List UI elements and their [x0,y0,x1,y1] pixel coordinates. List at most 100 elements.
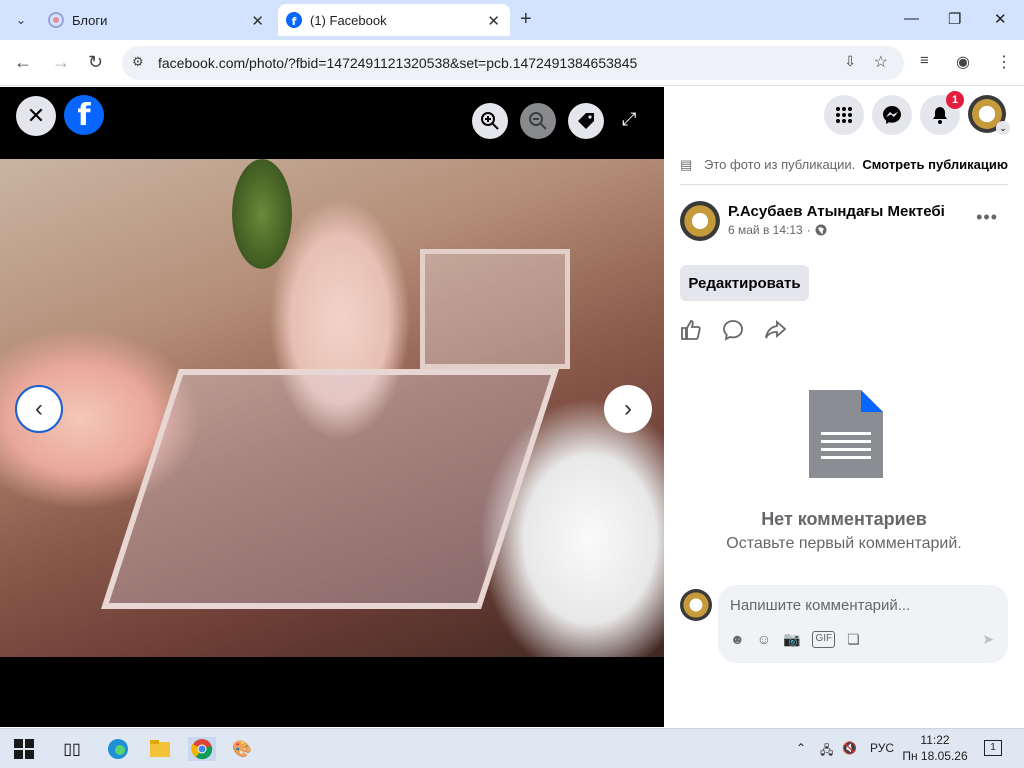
post-meta: 6 май в 14:13 · [728,223,827,237]
avatar-sticker-icon[interactable]: ☻ [730,631,745,648]
windows-taskbar: ▯▯ 🎨 ⌃ 🖧 🔇 РУС 11:22 Пн 18.05.26 1 [0,728,1024,768]
post-author: Р.Асубаев Атындағы Мектебі 6 май в 14:13… [680,201,1008,243]
tab-close-icon[interactable]: ✕ [251,12,264,30]
publication-note: ▤ Это фото из публикации. Смотреть публи… [680,155,1008,185]
comment-composer: Напишите комментарий... ☻ ☺ 📷 GIF ❏ ➤ [680,585,1008,663]
url-text: facebook.com/photo/?fbid=147249112132053… [158,55,638,71]
zoom-out-button[interactable] [520,103,556,139]
notification-badge: 1 [946,91,964,109]
zoom-in-button[interactable] [472,103,508,139]
no-comments-subtitle: Оставьте первый комментарий. [726,535,962,552]
bookmark-star-icon[interactable]: ☆ [874,52,888,72]
volume-muted-icon[interactable]: 🔇 [842,741,857,755]
zoom-out-icon [529,112,547,130]
camera-icon[interactable]: 📷 [783,631,800,648]
tab-blogs[interactable]: Блоги ✕ [40,4,274,36]
tab-search-button[interactable]: ⌄ [8,8,34,32]
messenger-button[interactable] [872,95,912,135]
network-icon[interactable]: 🖧 [820,741,833,762]
sticker-icon[interactable]: ❏ [847,631,860,648]
file-explorer-icon[interactable] [148,737,172,761]
notifications-button[interactable]: 1 [920,91,964,135]
post-photo [0,159,664,657]
zoom-in-icon [481,112,499,130]
comment-tools: ☻ ☺ 📷 GIF ❏ [730,631,860,648]
bell-icon [933,107,947,124]
browser-toolbar: ← → ↻ ⚙ facebook.com/photo/?fbid=1472491… [0,40,1024,86]
chrome-icon[interactable] [188,737,216,761]
notification-center-icon[interactable]: 1 [984,739,1002,756]
post-side-panel: 1 ⌄ ▤ Это фото из публикации. Смотреть п… [664,87,1024,727]
author-avatar[interactable] [680,201,720,241]
start-button[interactable] [12,737,36,761]
close-viewer-button[interactable]: ✕ [16,96,56,136]
address-bar[interactable]: ⚙ facebook.com/photo/?fbid=1472491121320… [122,46,904,80]
gif-icon[interactable]: GIF [812,631,836,648]
globe-icon [815,224,827,236]
next-photo-button[interactable]: › [604,385,652,433]
document-icon [809,390,883,478]
comment-icon[interactable] [722,319,744,347]
tag-button[interactable] [568,103,604,139]
clock-time: 11:22 [920,733,950,747]
tab-facebook[interactable]: f (1) Facebook ✕ [278,4,510,36]
menu-button[interactable] [824,95,864,135]
chevron-right-icon: › [624,395,632,422]
tab-title: (1) Facebook [310,12,387,28]
close-icon: ✕ [26,103,46,128]
messenger-icon [883,106,901,124]
chevron-left-icon: ‹ [35,395,43,422]
chevron-down-icon: ⌄ [996,121,1010,135]
fullscreen-icon[interactable]: ⤢ [622,109,636,130]
reload-button[interactable]: ↻ [88,52,103,73]
install-app-icon[interactable]: ⇩ [844,53,856,70]
minimize-icon[interactable]: — [904,10,919,27]
commenter-avatar[interactable] [680,589,712,621]
task-view-icon[interactable]: ▯▯ [60,737,84,761]
tab-close-icon[interactable]: ✕ [487,12,500,30]
new-tab-button[interactable]: + [520,8,532,31]
svg-text:f: f [292,15,297,28]
comment-placeholder: Напишите комментарий... [730,597,911,614]
view-publication-link[interactable]: Смотреть публикацию [862,157,1008,172]
previous-photo-button[interactable]: ‹ [15,385,63,433]
meta-separator: · [806,223,811,237]
emoji-icon[interactable]: ☺ [757,631,771,648]
clock[interactable]: 11:22 Пн 18.05.26 [900,732,970,764]
post-icon: ▤ [680,157,693,172]
chevron-up-icon[interactable]: ⌃ [796,741,806,755]
edit-button[interactable]: Редактировать [680,265,809,301]
share-icon[interactable] [764,319,787,347]
grid-menu-icon [836,107,852,123]
photo-viewer: ✕ f ⤢ ‹ › [0,87,664,727]
restore-icon[interactable]: ❐ [948,10,961,28]
author-name[interactable]: Р.Асубаев Атындағы Мектебі [728,203,945,220]
clock-date: Пн 18.05.26 [902,749,968,763]
facebook-favicon-icon: f [286,12,302,28]
facebook-logo-icon[interactable]: f [64,95,104,135]
post-actions [680,319,787,347]
more-options-icon[interactable]: ••• [976,207,998,228]
post-date[interactable]: 6 май в 14:13 [728,223,803,237]
send-icon[interactable]: ➤ [982,631,994,648]
menu-kebab-icon[interactable]: ⋮ [996,52,1012,72]
site-settings-icon[interactable]: ⚙ [132,54,144,70]
forward-button[interactable]: → [52,52,70,73]
edge-icon[interactable] [106,737,130,761]
close-window-icon[interactable]: ✕ [994,10,1007,28]
back-button[interactable]: ← [14,52,32,73]
tab-title: Блоги [72,12,108,28]
blog-favicon-icon [48,12,64,28]
like-icon[interactable] [680,319,702,347]
windows-logo-icon [14,739,34,759]
paint-icon[interactable]: 🎨 [230,737,254,761]
language-indicator[interactable]: РУС [870,741,894,755]
media-control-icon[interactable]: ≡ [920,52,929,69]
no-comments-title: Нет комментариев [761,509,927,529]
profile-icon[interactable]: ◉ [956,52,970,72]
tag-icon [578,113,594,129]
publication-note-text: Это фото из публикации. [704,157,856,172]
browser-tab-strip: ⌄ Блоги ✕ f (1) Facebook ✕ + — ❐ ✕ [0,0,1024,40]
account-avatar[interactable]: ⌄ [968,95,1010,135]
comment-input[interactable]: Напишите комментарий... ☻ ☺ 📷 GIF ❏ ➤ [718,585,1008,663]
